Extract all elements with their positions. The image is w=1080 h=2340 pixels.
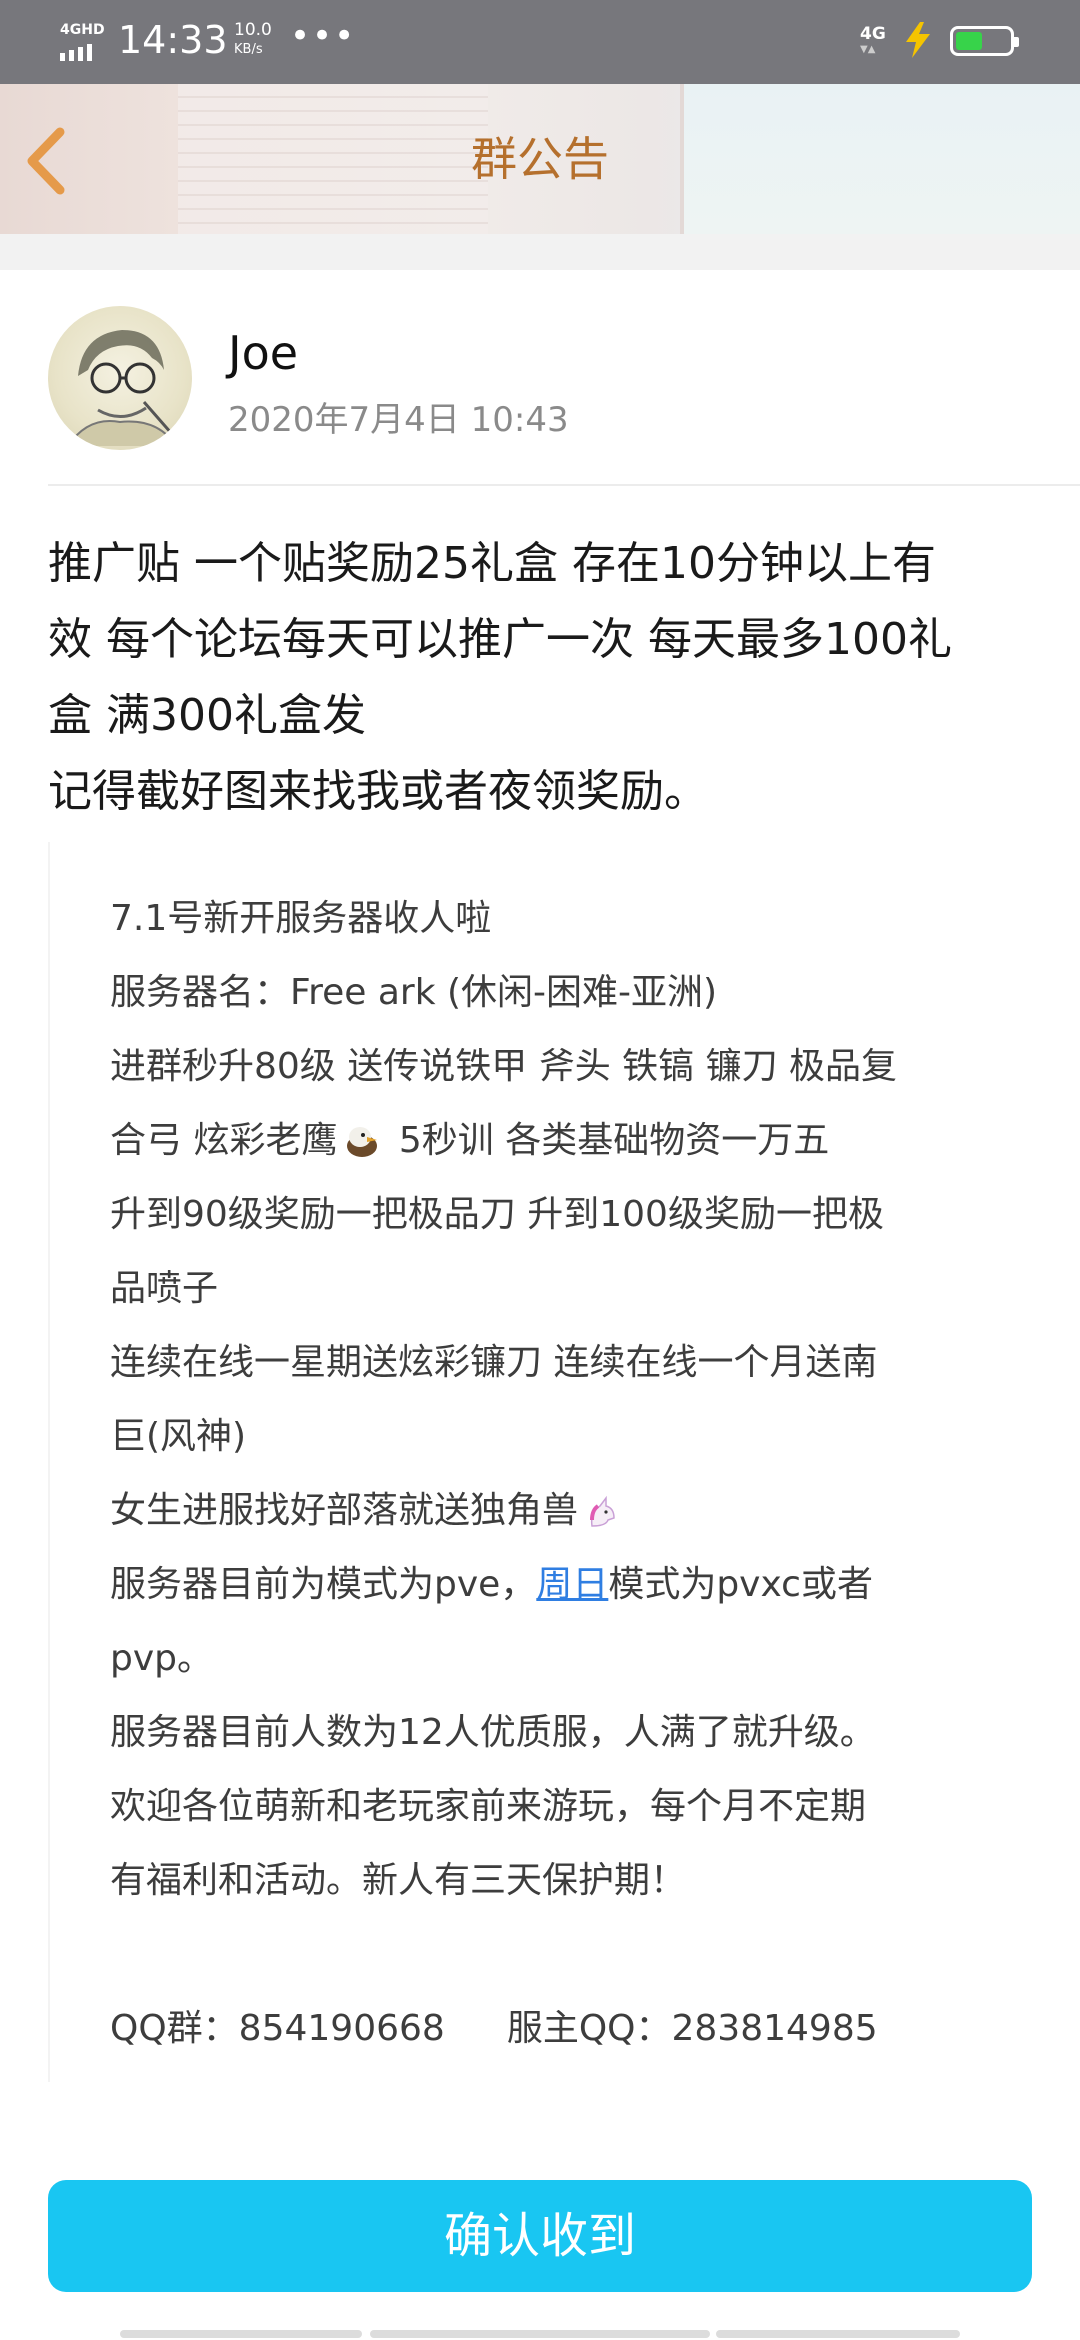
chevron-left-icon (27, 127, 65, 195)
image-text-line: 巨(风神) (110, 1416, 247, 1457)
net-speed: 10.0 KB/s (234, 20, 272, 60)
image-text-line: 升到90级奖励一把极品刀 升到100级奖励一把极 (110, 1194, 884, 1235)
image-text-line: 服务器名：Free ark (休闲-困难-亚洲) (110, 972, 718, 1013)
divider (48, 484, 1080, 486)
image-text-line: QQ群：854190668 服主QQ：283814985 (110, 1992, 970, 2066)
image-text-line: 进群秒升80级 送传说铁甲 斧头 铁镐 镰刀 极品复 (110, 1046, 898, 1087)
post-timestamp: 2020年7月4日 10:43 (228, 400, 569, 440)
status-bar: 4GHD 14:33 10.0 KB/s ••• 4G ▼▲ (0, 0, 1080, 84)
header-background-shutter (178, 84, 488, 234)
announcement-text: 推广贴 一个贴奖励25礼盒 存在10分钟以上有 效 每个论坛每天可以推广一次 每… (48, 526, 1038, 830)
image-text-line: 连续在线一星期送炫彩镰刀 连续在线一个月送南 (110, 1342, 878, 1383)
announcement-line: 推广贴 一个贴奖励25礼盒 存在10分钟以上有 (48, 538, 936, 589)
network-type: 4GHD (60, 22, 105, 38)
image-text-line: pvp。 (110, 1638, 214, 1679)
header-background-window (680, 84, 1080, 234)
image-text-line: 服务器目前人数为12人优质服，人满了就升级。 (110, 1712, 876, 1753)
image-text-line: 欢迎各位萌新和老玩家前来游玩，每个月不定期 (110, 1786, 867, 1827)
image-text-line: 合弓 炫彩老鹰 5秒训 各类基础物资一万五 (110, 1104, 970, 1178)
back-button[interactable] (18, 124, 78, 198)
net-speed-unit: KB/s (234, 42, 263, 57)
date-link[interactable]: 周日 (536, 1564, 608, 1605)
cell-data-label: 4G (860, 24, 886, 44)
image-text-fragment: 5秒训 各类基础物资一万五 (387, 1120, 830, 1161)
image-text-line: 有福利和活动。新人有三天保护期！ (110, 1860, 687, 1901)
image-text-line: 服务器目前为模式为pve，周日模式为pvxc或者 (110, 1548, 970, 1622)
cell-data-icon: 4G ▼▲ (860, 24, 886, 55)
announcement-image[interactable]: 7.1号新开服务器收人啦 服务器名：Free ark (休闲-困难-亚洲) 进群… (48, 842, 970, 2082)
unicorn-emoji-icon (590, 1495, 615, 1527)
image-text-fragment: 合弓 炫彩老鹰 (110, 1120, 338, 1161)
section-gap (0, 234, 1080, 270)
image-text-line: 7.1号新开服务器收人啦 (110, 898, 492, 939)
net-speed-value: 10.0 (234, 20, 272, 40)
author-name[interactable]: Joe (228, 326, 298, 380)
confirm-received-button[interactable]: 确认收到 (48, 2180, 1032, 2292)
image-text-fragment: 模式为pvxc或者 (608, 1564, 873, 1605)
image-text-fragment: 女生进服找好部落就送独角兽 (110, 1490, 579, 1531)
image-text-fragment: 服务器目前为模式为pve， (110, 1564, 537, 1605)
more-notifications-icon: ••• (290, 16, 357, 56)
clock: 14:33 (118, 18, 228, 62)
owner-qq-number: 服主QQ：283814985 (506, 2008, 878, 2049)
charging-bolt-icon (906, 22, 930, 58)
image-text-line: 女生进服找好部落就送独角兽 (110, 1474, 970, 1548)
announcement-line: 记得截好图来找我或者夜领奖励。 (48, 766, 708, 817)
image-text-line: 品喷子 (110, 1268, 219, 1309)
bottom-nav-handles (0, 2326, 1080, 2340)
battery-level (956, 32, 982, 50)
qq-group-number: QQ群：854190668 (110, 2008, 445, 2049)
announcement-line: 效 每个论坛每天可以推广一次 每天最多100礼 (48, 614, 952, 665)
title-bar: 群公告 (0, 84, 1080, 234)
eagle-emoji-icon (347, 1127, 378, 1157)
battery-icon (950, 26, 1019, 56)
avatar[interactable] (48, 306, 192, 450)
announcement-line: 盒 满300礼盒发 (48, 690, 366, 741)
avatar-illustration (67, 330, 177, 447)
